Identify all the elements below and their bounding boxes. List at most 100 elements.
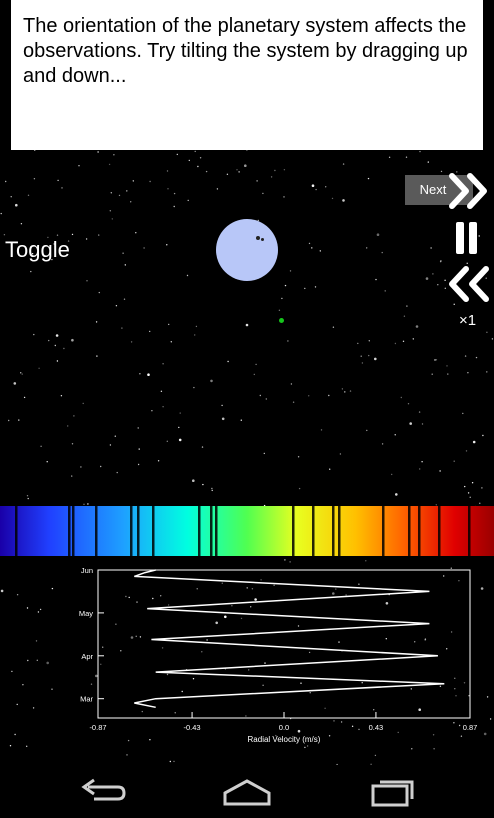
background-star [109,444,112,446]
background-star [27,194,30,196]
background-star [329,468,331,470]
background-star [48,339,50,342]
background-star [308,395,310,397]
background-star [57,179,59,182]
toggle-button[interactable]: Toggle [5,237,70,263]
background-star [26,495,29,497]
background-star [406,305,408,307]
background-star [341,388,344,390]
background-star [447,373,449,375]
back-icon[interactable] [78,777,126,807]
background-star [67,425,69,427]
background-star [466,262,468,264]
absorption-line [332,506,335,556]
background-star [240,419,242,421]
planet-host-star[interactable] [216,219,278,281]
background-star [176,153,178,156]
background-star [265,398,267,400]
y-tick-label: May [79,609,93,618]
background-star [115,305,118,307]
background-star [33,178,36,180]
background-star [297,456,300,458]
home-icon[interactable] [222,777,272,807]
background-star [46,461,48,463]
background-star [194,334,196,336]
recent-apps-icon[interactable] [370,777,416,807]
background-star [479,502,481,504]
background-star [173,205,175,208]
background-star [30,270,32,273]
background-star [270,176,273,178]
absorption-line [408,506,411,556]
background-star [211,489,213,492]
double-chevron-left-icon[interactable] [446,265,494,303]
background-star [78,165,80,167]
spectrum-bar [0,506,494,556]
background-star [244,164,247,167]
background-star [108,163,111,166]
background-star [311,247,313,249]
background-star [100,465,102,468]
absorption-line [338,506,341,556]
background-star [197,165,199,168]
instruction-text: The orientation of the planetary system … [23,15,468,87]
background-star [10,196,12,198]
background-star [431,373,433,375]
background-star [137,427,139,429]
background-star [95,321,98,323]
x-tick-label: 0.43 [369,723,384,732]
background-star [118,194,121,197]
background-star [283,196,285,198]
background-star [405,156,408,158]
background-star [308,242,311,245]
background-star [360,355,362,357]
x-tick-label: -0.43 [184,723,201,732]
background-star [226,173,229,175]
background-star [262,192,264,195]
background-star [290,383,293,385]
background-star [33,333,35,336]
background-star [114,435,117,437]
radial-velocity-chart: Jun May Apr Mar -0.87 -0.43 0.0 0.43 0.87 Radial … [79,566,477,744]
background-star [284,284,287,287]
background-star [427,161,429,163]
background-star [40,445,42,447]
background-star [80,466,82,468]
pause-icon[interactable] [453,222,479,254]
background-star [394,342,397,345]
background-star [178,426,180,429]
background-star [166,244,168,246]
background-star [361,362,364,364]
background-star [278,309,281,311]
y-tick-label: Jun [81,566,93,575]
background-star [221,417,225,421]
background-star [123,298,126,300]
background-star [418,411,421,413]
background-star [381,251,383,254]
background-star [71,338,74,342]
background-star [342,199,345,202]
background-star [187,199,189,202]
absorption-line [312,506,315,556]
background-star [14,203,18,207]
background-star [143,247,145,249]
background-star [178,438,182,442]
background-star [332,326,335,328]
background-star [328,394,330,397]
background-star [227,360,229,363]
background-star [0,212,2,215]
background-star [374,357,377,361]
background-star [162,363,164,365]
absorption-line [215,506,218,556]
background-star [439,470,441,472]
background-star [292,401,295,403]
speed-label[interactable]: ×1 [459,312,476,329]
background-star [491,338,494,340]
background-star [440,260,442,262]
background-star [27,497,29,500]
background-star [56,234,59,236]
background-star [256,180,258,182]
double-chevron-right-icon[interactable] [446,172,494,210]
background-star [85,238,88,240]
background-star [375,278,377,281]
